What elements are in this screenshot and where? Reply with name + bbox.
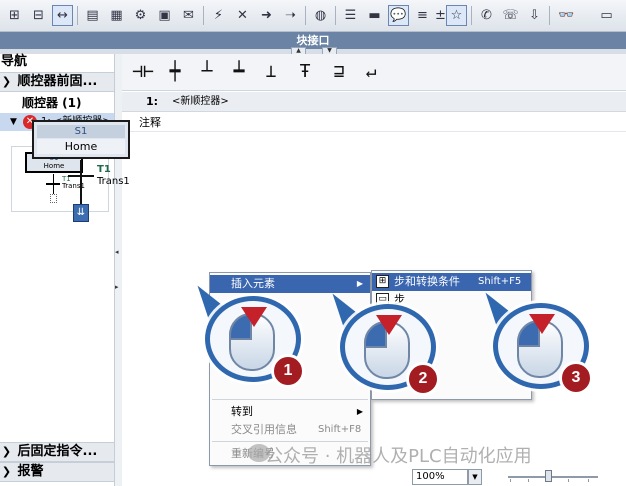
transition-bar[interactable] bbox=[68, 175, 94, 177]
sequence-name: <新顺控器> bbox=[172, 96, 229, 107]
contact-nc-icon[interactable]: ┿ bbox=[162, 58, 188, 84]
view-single-icon[interactable]: ▬ bbox=[364, 5, 385, 26]
call-off-icon[interactable]: ☏ bbox=[500, 5, 521, 26]
chevron-right-icon: ❯ bbox=[1, 445, 12, 458]
splitter-right-icon[interactable]: ▸ bbox=[115, 283, 121, 291]
debug-off-icon[interactable]: ✕ bbox=[232, 5, 253, 26]
submenu-arrow-icon: ▶ bbox=[356, 279, 363, 288]
menu-item-insert-element[interactable]: 插入元素 ▶ bbox=[210, 275, 370, 293]
click-arrow-icon bbox=[376, 315, 402, 335]
splitter-left-icon[interactable]: ◂ bbox=[115, 248, 121, 256]
step-transition-icon: ⊞ bbox=[376, 275, 389, 288]
nav-section-before[interactable]: ❯ 顺控器前固... bbox=[0, 72, 120, 92]
monitor-icon[interactable]: ▤ bbox=[82, 5, 103, 26]
mouse-callout-3: 3 bbox=[475, 285, 597, 397]
panel-splitter[interactable] bbox=[114, 54, 122, 486]
nav-section-alarm[interactable]: ❯ 报警 bbox=[0, 462, 120, 482]
group-icon[interactable]: ⚙ bbox=[130, 5, 151, 26]
step-transition-alt-icon[interactable]: ⊟ bbox=[28, 5, 49, 26]
thumb-step-name: Home bbox=[43, 162, 65, 170]
zoom-select[interactable]: 100% bbox=[412, 469, 468, 485]
click-arrow-icon bbox=[241, 307, 267, 327]
nav-sequencer-label: 顺控器 (1) bbox=[0, 93, 120, 113]
nav-title: 导航 bbox=[1, 54, 28, 69]
settings-icon[interactable]: ▭ bbox=[596, 5, 617, 26]
step-badge-2: 2 bbox=[406, 362, 440, 396]
watermark: 公众号 · 机器人及PLC自动化应用 bbox=[265, 446, 532, 467]
menu-item-cross-ref[interactable]: 交叉引用信息 Shift+F8 bbox=[210, 421, 370, 439]
zoom-slider[interactable] bbox=[508, 476, 598, 478]
coil-icon[interactable]: ┴ bbox=[194, 58, 220, 84]
mail-icon[interactable]: ✉ bbox=[178, 5, 199, 26]
zoom-slider-thumb[interactable] bbox=[545, 470, 552, 482]
table-icon[interactable]: ▦ bbox=[106, 5, 127, 26]
sequence-header[interactable]: 1: <新顺控器> bbox=[122, 92, 626, 112]
nav-section-after-label: 后固定指令... bbox=[17, 444, 98, 459]
step-badge-3: 3 bbox=[559, 361, 593, 395]
comment-field[interactable]: 注释 bbox=[122, 113, 626, 132]
nav-section-before-label: 顺控器前固... bbox=[17, 74, 98, 89]
favorite-icon[interactable]: ☆ bbox=[446, 5, 467, 26]
step-transition-icon[interactable]: ⊞ bbox=[4, 5, 25, 26]
nav-section-alarm-label: 报警 bbox=[17, 464, 44, 479]
chevron-right-icon: ❯ bbox=[1, 75, 12, 88]
display-icon[interactable]: ▣ bbox=[154, 5, 175, 26]
coil-negated-icon[interactable]: ┷ bbox=[226, 58, 252, 84]
call-icon[interactable]: ✆ bbox=[476, 5, 497, 26]
expand-down-icon[interactable]: ▼ bbox=[10, 113, 17, 131]
nav-section-after[interactable]: ❯ 后固定指令... bbox=[0, 442, 120, 462]
debug-icon[interactable]: ⚡ bbox=[208, 5, 229, 26]
block-interface-title[interactable]: 块接口 bbox=[0, 32, 626, 49]
navigation-panel: 导航 ❯ 顺控器前固... 顺控器 (1) ▼ ✕ 1: <新顺控器> S1 H… bbox=[0, 54, 120, 486]
block-icon[interactable]: ◍ bbox=[310, 5, 331, 26]
menu-item-goto[interactable]: 转到 ▶ bbox=[210, 403, 370, 421]
download-icon[interactable]: ⇩ bbox=[524, 5, 545, 26]
chevron-right-icon: ❯ bbox=[1, 465, 12, 478]
step-id: S1 bbox=[37, 125, 125, 138]
contact-no-icon[interactable]: ⊣⊢ bbox=[130, 58, 156, 84]
step-name: Home bbox=[37, 139, 125, 154]
transition-name: Trans1 bbox=[97, 176, 130, 187]
sequence-number: 1: bbox=[146, 95, 159, 108]
step-badge-1: 1 bbox=[271, 354, 305, 388]
ladder-toolbar: ⊣⊢ ┿ ┴ ┷ ⊥ Ŧ ⊒ ↵ bbox=[122, 54, 626, 91]
return-icon[interactable]: ↵ bbox=[358, 58, 384, 84]
debug-step-icon[interactable]: ➝ bbox=[280, 5, 301, 26]
submenu-arrow-icon: ▶ bbox=[356, 407, 363, 416]
step-box[interactable]: S1 Home bbox=[32, 120, 130, 159]
insert-point-icon[interactable]: ⇊ bbox=[73, 204, 89, 222]
comment-icon[interactable]: 💬 bbox=[388, 5, 409, 26]
mouse-callout-1: 1 bbox=[187, 278, 309, 390]
view-split-icon[interactable]: ☰ bbox=[340, 5, 361, 26]
set-coil-icon[interactable]: ⊥ bbox=[258, 58, 284, 84]
branch-close-icon[interactable]: Ŧ bbox=[292, 58, 318, 84]
box-icon[interactable]: ⊒ bbox=[326, 58, 352, 84]
glasses-icon[interactable]: 👓 bbox=[556, 5, 577, 26]
submenu-step-and-transition[interactable]: ⊞ 步和转换条件 Shift+F5 bbox=[372, 273, 531, 291]
mouse-callout-2: 2 bbox=[322, 286, 444, 398]
debug-next-icon[interactable]: ➜ bbox=[256, 5, 277, 26]
thumb-end-marker bbox=[50, 194, 57, 203]
jump-icon[interactable]: ↔ bbox=[52, 5, 73, 26]
click-arrow-icon bbox=[529, 314, 555, 334]
main-toolbar: ⊞ ⊟ ↔ ▤ ▦ ⚙ ▣ ✉ ⚡ ✕ ➜ ➝ ◍ ☰ ▬ 💬 ≡ ± ☆ ✆ … bbox=[0, 0, 626, 32]
zoom-dropdown-icon[interactable]: ▼ bbox=[468, 469, 482, 485]
sequence-connector bbox=[80, 160, 82, 206]
transition-id: T1 bbox=[97, 164, 111, 175]
